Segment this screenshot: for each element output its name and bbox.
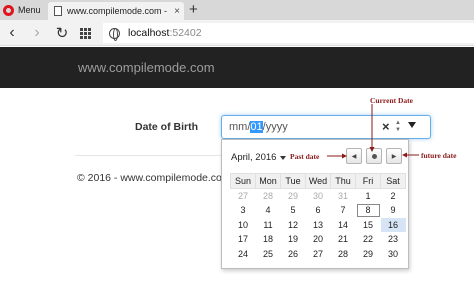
- calendar-week-row: 17 18 19 20 21 22 23: [231, 232, 406, 247]
- calendar-day[interactable]: 21: [331, 232, 356, 247]
- calendar-day[interactable]: 25: [256, 247, 281, 262]
- calendar-day[interactable]: 10: [231, 218, 256, 233]
- past-date-annotation: Past date: [290, 152, 320, 161]
- calendar-day[interactable]: 29: [281, 189, 306, 204]
- calendar-day[interactable]: 8: [356, 203, 381, 218]
- calendar-grid: Sun Mon Tue Wed Thu Fri Sat 27 28 29 30 31 1 2 3 4 5 6 7 8…: [230, 173, 406, 261]
- calendar-day[interactable]: 30: [306, 189, 331, 204]
- calendar-day[interactable]: 20: [306, 232, 331, 247]
- calendar-day[interactable]: 18: [256, 232, 281, 247]
- calendar-day[interactable]: 4: [256, 203, 281, 218]
- future-date-annotation: future date: [421, 151, 457, 160]
- weekday-header: Fri: [355, 173, 381, 189]
- calendar-day[interactable]: 23: [381, 232, 406, 247]
- calendar-day[interactable]: 2: [381, 189, 406, 204]
- calendar-day[interactable]: 19: [281, 232, 306, 247]
- calendar-day[interactable]: 30: [381, 247, 406, 262]
- url-port: :52402: [169, 27, 202, 39]
- reload-button[interactable]: ↻: [52, 23, 72, 43]
- tab-close-icon[interactable]: ×: [170, 6, 184, 17]
- calendar-week-row: 3456789: [231, 203, 406, 218]
- site-brand-link[interactable]: www.compilemode.com: [78, 60, 215, 75]
- address-bar[interactable]: localhost:52402: [103, 23, 474, 43]
- date-input-value: mm/01/yyyy: [229, 121, 288, 133]
- calendar-week-row: 24 25 26 27 28 29 30: [231, 247, 406, 262]
- calendar-day[interactable]: 31: [331, 189, 356, 204]
- calendar-day[interactable]: 11: [256, 218, 281, 233]
- weekday-header: Wed: [305, 173, 331, 189]
- clear-icon[interactable]: ×: [382, 119, 390, 134]
- site-navbar: www.compilemode.com: [0, 47, 474, 88]
- calendar-day[interactable]: 16: [380, 217, 406, 232]
- calendar-day[interactable]: 28: [331, 247, 356, 262]
- month-year-selector[interactable]: April, 2016: [231, 152, 276, 163]
- url-host: localhost: [128, 27, 170, 39]
- back-button[interactable]: ‹: [2, 23, 22, 43]
- month-caret-icon[interactable]: [280, 156, 286, 160]
- weekday-header: Thu: [330, 173, 356, 189]
- footer-text: © 2016 - www.compilemode.com: [77, 172, 231, 184]
- calendar-day[interactable]: 29: [356, 247, 381, 262]
- calendar-day[interactable]: 24: [231, 247, 256, 262]
- calendar-day[interactable]: 7: [331, 203, 356, 218]
- current-date-annotation: Current Date: [370, 96, 413, 105]
- browser-tab-bar: Menu www.compilemode.com - × +: [0, 0, 474, 20]
- calendar-week-row: 10 11 12 13 14 15 16: [231, 217, 406, 233]
- calendar-day[interactable]: 17: [231, 232, 256, 247]
- calendar-day[interactable]: 6: [306, 203, 331, 218]
- calendar-day[interactable]: 5: [281, 203, 306, 218]
- calendar-day[interactable]: 27: [231, 189, 256, 204]
- page-icon: [54, 6, 62, 16]
- weekday-header: Mon: [255, 173, 281, 189]
- spin-stepper[interactable]: ▲ ▼: [394, 120, 402, 135]
- calendar-day[interactable]: 12: [281, 218, 306, 233]
- menu-label: Menu: [18, 5, 41, 15]
- month-segment[interactable]: 01: [250, 121, 263, 133]
- calendar-day[interactable]: 15: [356, 218, 381, 233]
- today-dot-icon: [371, 153, 377, 159]
- calendar-day[interactable]: 14: [331, 218, 356, 233]
- weekday-header-row: Sun Mon Tue Wed Thu Fri Sat: [230, 173, 406, 189]
- weekday-header: Sat: [380, 173, 406, 189]
- browser-toolbar: ‹ › ↻ localhost:52402: [0, 20, 474, 46]
- calendar-day[interactable]: 26: [281, 247, 306, 262]
- date-of-birth-input[interactable]: mm/01/yyyy × ▲ ▼: [221, 115, 431, 139]
- calendar-day[interactable]: 1: [356, 189, 381, 204]
- calendar-day[interactable]: 9: [381, 203, 406, 218]
- dropdown-arrow-icon[interactable]: [408, 122, 416, 128]
- spin-down-icon[interactable]: ▼: [394, 127, 402, 134]
- forward-button[interactable]: ›: [27, 23, 47, 43]
- globe-icon: [109, 27, 120, 41]
- opera-menu-button[interactable]: Menu: [0, 0, 46, 20]
- speed-dial-grid-icon[interactable]: [80, 28, 91, 39]
- calendar-day[interactable]: 3: [231, 203, 256, 218]
- previous-month-button[interactable]: ◀: [346, 148, 362, 164]
- calendar-day[interactable]: 22: [356, 232, 381, 247]
- date-of-birth-label: Date of Birth: [135, 121, 198, 133]
- today-button[interactable]: [366, 148, 382, 164]
- calendar-day[interactable]: 13: [306, 218, 331, 233]
- tab-title: www.compilemode.com -: [67, 6, 168, 16]
- calendar-week-row: 27 28 29 30 31 1 2: [231, 189, 406, 204]
- divider: [75, 155, 225, 156]
- spin-up-icon[interactable]: ▲: [394, 120, 402, 127]
- calendar-day[interactable]: 27: [306, 247, 331, 262]
- new-tab-button[interactable]: +: [189, 1, 198, 19]
- weekday-header: Tue: [280, 173, 306, 189]
- next-month-button[interactable]: ▶: [386, 148, 402, 164]
- calendar-day[interactable]: 28: [256, 189, 281, 204]
- opera-logo-icon: [3, 4, 14, 16]
- weekday-header: Sun: [230, 173, 256, 189]
- browser-tab[interactable]: www.compilemode.com - ×: [48, 2, 184, 20]
